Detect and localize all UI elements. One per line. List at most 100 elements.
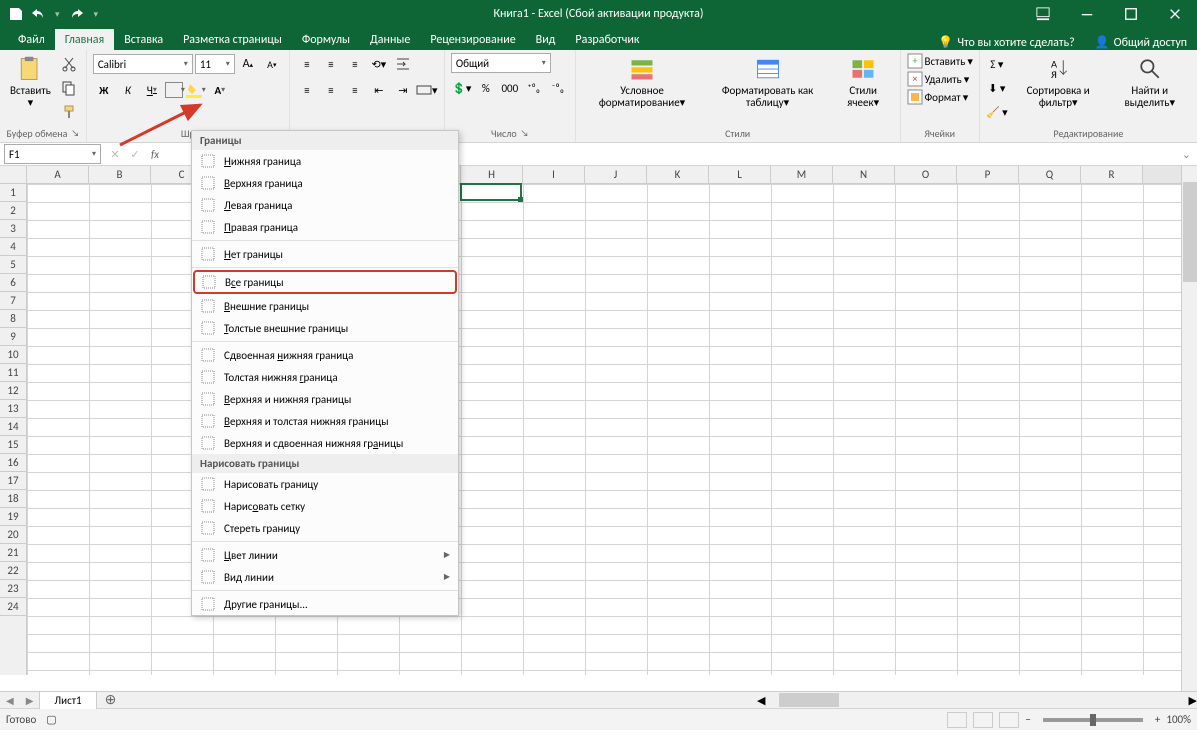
row-header[interactable]: 2 <box>0 202 26 220</box>
column-header[interactable]: A <box>27 166 89 183</box>
maximize-button[interactable] <box>1109 0 1153 28</box>
paste-button[interactable]: Вставить▾ <box>6 53 55 111</box>
tab-formulas[interactable]: Формулы <box>292 29 360 50</box>
column-header[interactable]: J <box>585 166 647 183</box>
merge-button[interactable]: ▾ <box>416 79 438 101</box>
format-cells-button[interactable]: Формат ▾ <box>907 89 969 105</box>
tab-review[interactable]: Рецензирование <box>420 29 525 50</box>
zoom-slider[interactable] <box>1043 718 1143 722</box>
borders-menu-item[interactable]: Верхняя и нижняя границы <box>192 388 458 410</box>
column-header[interactable]: H <box>461 166 523 183</box>
row-header[interactable]: 10 <box>0 346 26 364</box>
fill-color-button[interactable]: ▾ <box>185 79 207 101</box>
number-format-combo[interactable]: Общий▾ <box>451 53 551 73</box>
vertical-scrollbar[interactable] <box>1181 166 1197 691</box>
tab-home[interactable]: Главная <box>55 29 114 50</box>
column-header[interactable]: N <box>833 166 895 183</box>
fx-confirm-button[interactable]: ✓ <box>125 148 145 161</box>
shrink-font-button[interactable]: A▾ <box>261 53 283 75</box>
column-header[interactable]: B <box>89 166 151 183</box>
ribbon-options-button[interactable] <box>1021 0 1065 28</box>
undo-dropdown-icon[interactable]: ▾ <box>52 9 63 20</box>
cell-styles-button[interactable]: Стили ячеек▾ <box>833 53 894 111</box>
orientation-button[interactable]: ⟲▾ <box>368 53 390 75</box>
row-header[interactable]: 19 <box>0 508 26 526</box>
row-header[interactable]: 20 <box>0 526 26 544</box>
close-button[interactable] <box>1153 0 1197 28</box>
borders-menu-item[interactable]: Толстая нижняя граница <box>192 366 458 388</box>
save-icon[interactable] <box>8 6 24 22</box>
align-right-button[interactable]: ≡ <box>344 79 366 101</box>
borders-menu-item[interactable]: Все границы <box>193 270 457 294</box>
autosum-button[interactable]: Σ ▾ <box>986 53 1008 75</box>
tab-view[interactable]: Вид <box>526 29 566 50</box>
redo-icon[interactable] <box>69 6 85 22</box>
clear-button[interactable]: 🧹 ▾ <box>986 101 1008 123</box>
bold-button[interactable]: Ж <box>93 79 115 101</box>
italic-button[interactable]: К <box>117 79 139 101</box>
align-bottom-button[interactable]: ≡ <box>344 53 366 75</box>
sheet-nav-prev-icon[interactable]: ◀ <box>0 694 20 707</box>
wrap-text-button[interactable] <box>392 53 414 75</box>
tab-file[interactable]: Файл <box>8 29 55 50</box>
borders-menu-item[interactable]: Толстые внешние границы <box>192 317 458 339</box>
fx-button[interactable]: fx <box>145 148 165 161</box>
row-header[interactable]: 13 <box>0 400 26 418</box>
row-header[interactable]: 22 <box>0 562 26 580</box>
borders-menu-item[interactable]: Вид линии▶ <box>192 566 458 588</box>
undo-icon[interactable] <box>30 6 46 22</box>
currency-button[interactable]: 💲▾ <box>451 77 473 99</box>
comma-button[interactable]: 000 <box>499 77 521 99</box>
tab-developer[interactable]: Разработчик <box>565 29 649 50</box>
underline-button[interactable]: Ч ▾ <box>141 79 163 101</box>
zoom-out-button[interactable]: − <box>1025 713 1030 726</box>
format-as-table-button[interactable]: Форматировать как таблицу▾ <box>705 53 829 111</box>
align-left-button[interactable]: ≡ <box>296 79 318 101</box>
borders-menu-item[interactable]: Нарисовать границу <box>192 473 458 495</box>
clipboard-launcher-icon[interactable]: ↘ <box>71 128 79 139</box>
conditional-formatting-button[interactable]: Условное форматирование▾ <box>582 53 703 111</box>
row-header[interactable]: 1 <box>0 184 26 202</box>
select-all-button[interactable] <box>0 166 27 184</box>
borders-menu-item[interactable]: Верхняя и сдвоенная нижняя границы <box>192 432 458 454</box>
row-header[interactable]: 16 <box>0 454 26 472</box>
align-top-button[interactable]: ≡ <box>296 53 318 75</box>
indent-increase-button[interactable]: ⇥ <box>392 79 414 101</box>
fill-button[interactable]: ⬇ ▾ <box>986 77 1008 99</box>
add-sheet-button[interactable]: ⊕ <box>97 693 125 707</box>
row-header[interactable]: 14 <box>0 418 26 436</box>
zoom-in-button[interactable]: + <box>1155 713 1160 726</box>
find-select-button[interactable]: Найти и выделить▾ <box>1109 53 1191 111</box>
tab-data[interactable]: Данные <box>360 29 420 50</box>
row-header[interactable]: 23 <box>0 580 26 598</box>
column-header[interactable]: I <box>523 166 585 183</box>
name-box[interactable]: F1▾ <box>4 144 101 164</box>
view-page-layout-button[interactable] <box>973 712 993 728</box>
horizontal-scrollbar[interactable]: ◀▶ <box>757 692 1197 708</box>
insert-cells-button[interactable]: + Вставить ▾ <box>907 53 973 69</box>
format-painter-button[interactable] <box>58 101 80 123</box>
row-header[interactable]: 11 <box>0 364 26 382</box>
minimize-button[interactable] <box>1065 0 1109 28</box>
view-page-break-button[interactable] <box>999 712 1019 728</box>
column-header[interactable]: Q <box>1019 166 1081 183</box>
column-header[interactable]: M <box>771 166 833 183</box>
row-header[interactable]: 12 <box>0 382 26 400</box>
column-header[interactable]: L <box>709 166 771 183</box>
view-normal-button[interactable] <box>947 712 967 728</box>
copy-button[interactable] <box>58 77 80 99</box>
sheet-tab[interactable]: Лист1 <box>39 691 96 709</box>
share-button[interactable]: 👤 Общий доступ <box>1085 35 1197 50</box>
row-header[interactable]: 24 <box>0 598 26 616</box>
zoom-level[interactable]: 100% <box>1166 713 1191 726</box>
font-size-combo[interactable]: 11▾ <box>195 54 235 74</box>
align-middle-button[interactable]: ≡ <box>320 53 342 75</box>
row-header[interactable]: 5 <box>0 256 26 274</box>
cut-button[interactable] <box>58 53 80 75</box>
borders-menu-item[interactable]: Другие границы... <box>192 593 458 615</box>
sheet-nav-next-icon[interactable]: ▶ <box>20 694 40 707</box>
borders-menu-item[interactable]: Нижняя граница <box>192 150 458 172</box>
indent-decrease-button[interactable]: ⇤ <box>368 79 390 101</box>
grow-font-button[interactable]: A▴ <box>237 53 259 75</box>
borders-menu-item[interactable]: Стереть границу <box>192 517 458 539</box>
